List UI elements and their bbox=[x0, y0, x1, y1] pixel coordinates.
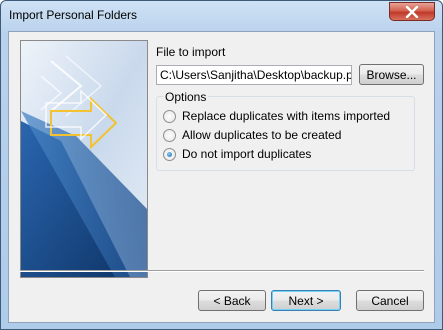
next-button[interactable]: Next > bbox=[271, 290, 341, 311]
back-button[interactable]: < Back bbox=[198, 290, 266, 311]
option-replace-duplicates-label: Replace duplicates with items imported bbox=[182, 109, 391, 123]
radio-allow-duplicates[interactable] bbox=[163, 128, 176, 142]
option-allow-duplicates[interactable]: Allow duplicates to be created bbox=[163, 128, 341, 142]
wizard-banner-image bbox=[20, 40, 148, 278]
radio-do-not-import-duplicates[interactable] bbox=[163, 147, 176, 161]
option-replace-duplicates[interactable]: Replace duplicates with items imported bbox=[163, 109, 390, 123]
options-group: Options Replace duplicates with items im… bbox=[156, 90, 415, 171]
close-button[interactable] bbox=[389, 2, 435, 21]
radio-replace-duplicates[interactable] bbox=[163, 109, 176, 123]
file-to-import-label: File to import bbox=[156, 45, 226, 59]
close-icon bbox=[405, 5, 419, 18]
dialog-client-area: File to import C:\Users\Sanjitha\Desktop… bbox=[8, 31, 435, 323]
option-allow-duplicates-label: Allow duplicates to be created bbox=[182, 128, 342, 142]
footer-divider bbox=[20, 270, 424, 272]
window-title: Import Personal Folders bbox=[9, 8, 138, 22]
title-bar[interactable]: Import Personal Folders bbox=[1, 1, 442, 31]
cancel-button[interactable]: Cancel bbox=[356, 290, 424, 311]
import-dialog-window: Import Personal Folders File to import C… bbox=[0, 0, 443, 330]
browse-button[interactable]: Browse... bbox=[359, 64, 424, 85]
file-path-input[interactable]: C:\Users\Sanjitha\Desktop\backup.pst bbox=[156, 65, 352, 85]
options-label: Options bbox=[163, 90, 209, 104]
option-do-not-import-duplicates-label: Do not import duplicates bbox=[182, 147, 312, 161]
option-do-not-import-duplicates[interactable]: Do not import duplicates bbox=[163, 147, 311, 161]
